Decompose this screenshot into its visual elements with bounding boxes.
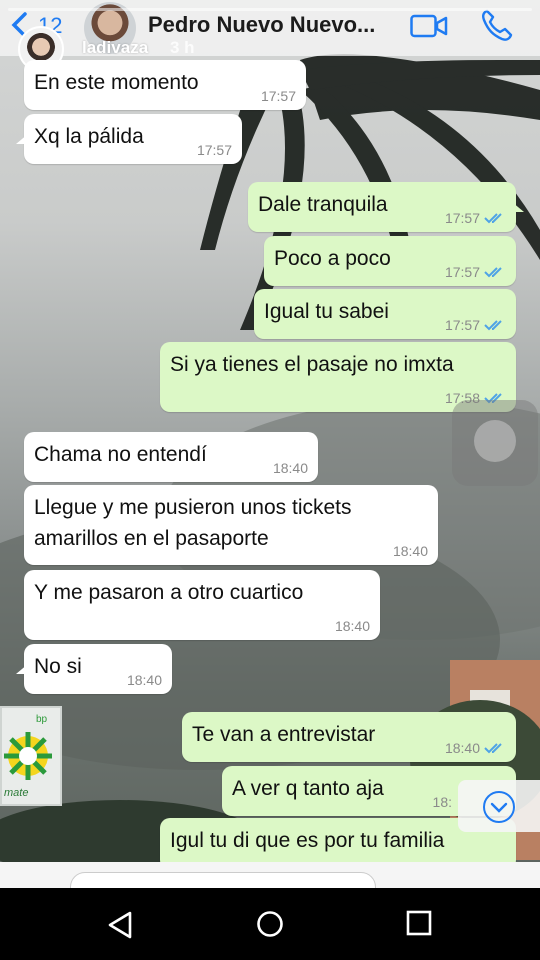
message-bubble-outgoing[interactable]: Te van a entrevistar 18:40 <box>182 712 516 762</box>
message-time: 17:57 <box>444 264 480 280</box>
message-time: 18: <box>432 794 452 810</box>
video-call-icon[interactable] <box>410 14 448 38</box>
message-text-line-1: Llegue y me pusieron unos tickets <box>34 496 352 519</box>
bp-sign-subtext: mate <box>4 787 28 799</box>
voice-call-icon[interactable] <box>480 8 514 42</box>
message-text: Chama no entendí <box>34 443 207 466</box>
system-navigation-bar <box>0 888 540 960</box>
message-bubble-incoming[interactable]: Chama no entendí 18:40 <box>24 432 318 482</box>
read-receipt-icon <box>484 213 502 224</box>
message-time: 18:40 <box>444 740 480 756</box>
message-bubble-incoming[interactable]: No si 18:40 <box>16 644 172 694</box>
message-input-bar <box>0 862 540 902</box>
read-receipt-icon <box>484 267 502 278</box>
read-receipt-icon <box>484 743 502 754</box>
read-receipt-icon <box>484 320 502 331</box>
story-progress-bar <box>8 8 532 11</box>
message-time: 17:57 <box>196 142 232 158</box>
bp-logo-text: bp <box>36 714 48 725</box>
message-text: En este momento <box>34 71 199 94</box>
nav-back-icon[interactable] <box>106 910 136 940</box>
message-bubble-outgoing[interactable]: Dale tranquila 17:57 <box>248 182 524 232</box>
message-time: 18:40 <box>126 672 162 688</box>
story-username[interactable]: ladivaza <box>82 38 148 58</box>
chevron-down-icon <box>483 791 515 823</box>
message-time: 18:40 <box>272 460 308 476</box>
bubble-tail <box>16 664 28 674</box>
bubble-tail <box>16 134 28 144</box>
assistive-touch-button[interactable] <box>452 400 538 486</box>
message-bubble-outgoing[interactable]: Igual tu sabei 17:57 <box>254 289 516 339</box>
bp-sign-wallpaper: bp mate <box>0 706 62 806</box>
scroll-to-bottom-button[interactable] <box>458 780 540 832</box>
message-text: Y me pasaron a otro cuartico <box>34 581 304 604</box>
message-bubble-incoming[interactable]: En este momento 17:57 <box>24 60 306 110</box>
message-time: 18:40 <box>334 618 370 634</box>
message-time: 17:57 <box>260 88 296 104</box>
message-bubble-incoming[interactable]: Y me pasaron a otro cuartico 18:40 <box>24 570 380 640</box>
message-bubble-incoming[interactable]: Xq la pálida 17:57 <box>16 114 242 164</box>
nav-recent-apps-icon[interactable] <box>406 910 432 936</box>
message-bubble-outgoing[interactable]: Poco a poco 17:57 <box>264 236 516 286</box>
message-text: Igul tu di que es por tu familia <box>170 829 445 852</box>
contact-name[interactable]: Pedro Nuevo Nuevo... <box>148 12 375 38</box>
story-time-ago: 3 h <box>170 38 195 57</box>
message-text-line-2: amarillos en el pasaporte <box>34 527 269 550</box>
message-time: 18:40 <box>392 543 428 559</box>
message-text: Si ya tienes el pasaje no imxta <box>170 353 454 376</box>
message-time: 17:57 <box>444 210 480 226</box>
bubble-tail <box>512 202 524 212</box>
message-bubble-incoming[interactable]: Llegue y me pusieron unos tickets amaril… <box>24 485 438 565</box>
nav-home-icon[interactable] <box>256 910 284 938</box>
message-time: 17:57 <box>444 317 480 333</box>
